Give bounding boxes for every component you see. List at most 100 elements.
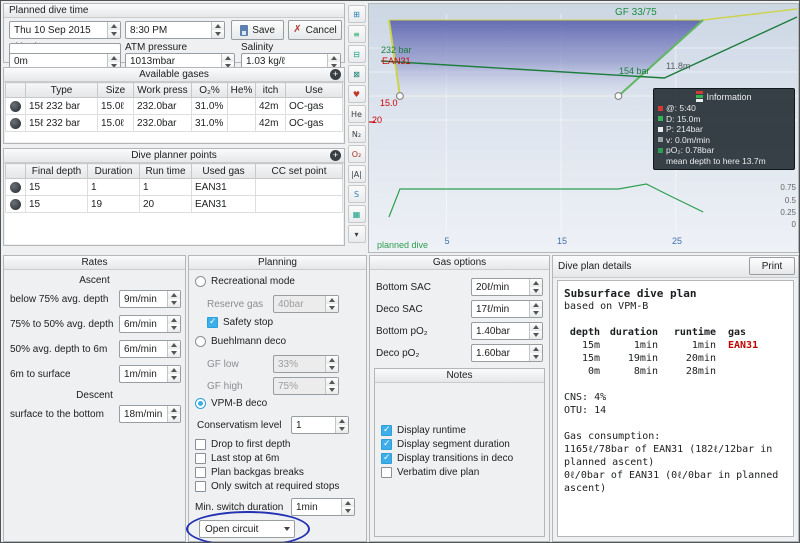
gas-size-cell[interactable]: 15.0ℓ bbox=[97, 97, 134, 115]
down-arrow-icon[interactable] bbox=[168, 414, 180, 422]
verbatim-dive-plan-label[interactable]: Verbatim dive plan bbox=[397, 467, 479, 478]
up-arrow-icon[interactable] bbox=[168, 291, 180, 299]
ascent-rate-3-spinner[interactable]: 6m/min bbox=[119, 340, 181, 358]
ascent-rate-2-value[interactable]: 6m/min bbox=[120, 316, 167, 332]
dive-date-spinner[interactable]: Thu 10 Sep 2015 bbox=[9, 21, 121, 39]
point-depth-cell[interactable]: 15 bbox=[25, 178, 88, 196]
checkbox-icon[interactable] bbox=[381, 425, 392, 436]
point-setpoint-cell[interactable] bbox=[255, 178, 343, 196]
deco-po2-spinner[interactable]: 1.60bar bbox=[471, 344, 543, 362]
deco-sac-spinner[interactable]: 17ℓ/min bbox=[471, 300, 543, 318]
down-arrow-icon[interactable] bbox=[168, 349, 180, 357]
ascent-rate-4-value[interactable]: 1m/min bbox=[120, 366, 167, 382]
deco-po2-value[interactable]: 1.60bar bbox=[472, 345, 529, 361]
checkbox-icon[interactable] bbox=[207, 317, 218, 328]
up-arrow-icon[interactable] bbox=[530, 279, 542, 287]
down-arrow-icon[interactable] bbox=[530, 287, 542, 295]
scale-icon[interactable]: S bbox=[347, 185, 366, 203]
gas-type-cell[interactable]: 15ℓ 232 bar bbox=[25, 97, 98, 115]
up-arrow-icon[interactable] bbox=[168, 406, 180, 414]
conservatism-value[interactable]: 1 bbox=[292, 417, 335, 433]
ascent-rate-4-spinner[interactable]: 1m/min bbox=[119, 365, 181, 383]
ascent-rate-2-spinner[interactable]: 6m/min bbox=[119, 315, 181, 333]
save-button[interactable]: Save bbox=[231, 20, 284, 40]
point-depth-cell[interactable]: 15 bbox=[25, 195, 88, 213]
time-up-arrow-icon[interactable] bbox=[212, 22, 224, 30]
up-arrow-icon[interactable] bbox=[342, 499, 354, 507]
radio-icon[interactable] bbox=[195, 336, 206, 347]
dive-profile-chart[interactable]: GF 33/75 232 bar EAN31 15.0 20 154 bar 1… bbox=[368, 3, 799, 253]
point-duration-cell[interactable]: 19 bbox=[87, 195, 140, 213]
checkbox-icon[interactable] bbox=[195, 453, 206, 464]
buehlmann-deco-radio[interactable]: Buehlmann deco bbox=[195, 336, 286, 347]
toggle-pn2-graph-icon[interactable]: N₂ bbox=[347, 125, 366, 143]
checkbox-icon[interactable] bbox=[381, 439, 392, 450]
radio-selected-icon[interactable] bbox=[195, 398, 206, 409]
delete-point-icon[interactable] bbox=[10, 181, 21, 193]
gas-workpress-cell[interactable]: 232.0bar bbox=[133, 114, 192, 132]
down-arrow-icon[interactable] bbox=[530, 353, 542, 361]
display-runtime-label[interactable]: Display runtime bbox=[397, 425, 466, 436]
checkbox-icon[interactable] bbox=[195, 467, 206, 478]
toggle-tissues-icon[interactable]: ▦ bbox=[347, 205, 366, 223]
buehlmann-deco-label[interactable]: Buehlmann deco bbox=[211, 336, 286, 347]
recreational-mode-radio[interactable]: Recreational mode bbox=[195, 276, 295, 287]
last-stop-6m-label[interactable]: Last stop at 6m bbox=[211, 453, 279, 464]
down-arrow-icon[interactable] bbox=[168, 374, 180, 382]
dive-time-value[interactable]: 8:30 PM bbox=[126, 22, 211, 38]
vpmb-deco-label[interactable]: VPM-B deco bbox=[211, 398, 267, 409]
ruler-icon[interactable]: |A| bbox=[347, 165, 366, 183]
gas-he-cell[interactable] bbox=[227, 97, 256, 115]
date-down-arrow-icon[interactable] bbox=[108, 30, 120, 38]
gas-use-cell[interactable]: OC-gas bbox=[285, 114, 343, 132]
cancel-button[interactable]: Cancel bbox=[288, 20, 342, 40]
bottom-po2-value[interactable]: 1.40bar bbox=[472, 323, 529, 339]
gas-switch-cell[interactable]: 42m bbox=[255, 114, 286, 132]
checkbox-icon[interactable] bbox=[381, 453, 392, 464]
point-gas-cell[interactable]: EAN31 bbox=[191, 178, 256, 196]
down-arrow-icon[interactable] bbox=[168, 299, 180, 307]
bottom-sac-spinner[interactable]: 20ℓ/min bbox=[471, 278, 543, 296]
toggle-calc-ceiling-icon[interactable]: ⊠ bbox=[347, 65, 366, 83]
radio-icon[interactable] bbox=[195, 276, 206, 287]
recreational-mode-label[interactable]: Recreational mode bbox=[211, 276, 295, 287]
down-arrow-icon[interactable] bbox=[530, 331, 542, 339]
gf-low-spinner[interactable]: 33% bbox=[273, 355, 339, 373]
safety-stop-checkbox[interactable]: Safety stop bbox=[207, 317, 273, 328]
point-gas-cell[interactable]: EAN31 bbox=[191, 195, 256, 213]
down-arrow-icon[interactable] bbox=[530, 309, 542, 317]
altitude-up-arrow-icon[interactable] bbox=[108, 53, 120, 62]
up-arrow-icon[interactable] bbox=[168, 366, 180, 374]
delete-point-icon[interactable] bbox=[10, 198, 21, 210]
gas-type-cell[interactable]: 15ℓ 232 bar bbox=[25, 114, 98, 132]
toggle-phe-graph-icon[interactable]: He bbox=[347, 105, 366, 123]
gf-high-spinner[interactable]: 75% bbox=[273, 377, 339, 395]
dive-time-spinner[interactable]: 8:30 PM bbox=[125, 21, 225, 39]
ascent-rate-1-spinner[interactable]: 9m/min bbox=[119, 290, 181, 308]
gas-o2-cell[interactable]: 31.0% bbox=[191, 114, 228, 132]
last-stop-6m-checkbox[interactable]: Last stop at 6m bbox=[195, 453, 279, 464]
profile-handle-end[interactable] bbox=[614, 92, 623, 100]
reserve-gas-spinner[interactable]: 40bar bbox=[273, 295, 339, 313]
date-up-arrow-icon[interactable] bbox=[108, 22, 120, 30]
display-segment-duration-checkbox[interactable]: Display segment duration bbox=[381, 439, 510, 450]
deco-sac-value[interactable]: 17ℓ/min bbox=[472, 301, 529, 317]
display-transitions-checkbox[interactable]: Display transitions in deco bbox=[381, 453, 513, 464]
down-arrow-icon[interactable] bbox=[168, 324, 180, 332]
plan-backgas-breaks-checkbox[interactable]: Plan backgas breaks bbox=[195, 467, 304, 478]
point-runtime-cell[interactable]: 20 bbox=[139, 195, 192, 213]
up-arrow-icon[interactable] bbox=[530, 323, 542, 331]
toggle-po2-graph-icon[interactable]: O₂ bbox=[347, 145, 366, 163]
up-arrow-icon[interactable] bbox=[530, 345, 542, 353]
safety-stop-label[interactable]: Safety stop bbox=[223, 317, 273, 328]
drop-to-first-depth-label[interactable]: Drop to first depth bbox=[211, 439, 290, 450]
toolbar-scroll-down-button[interactable]: ▾ bbox=[347, 225, 366, 243]
checkbox-icon[interactable] bbox=[195, 439, 206, 450]
up-arrow-icon[interactable] bbox=[168, 316, 180, 324]
min-switch-duration-spinner[interactable]: 1min bbox=[291, 498, 355, 516]
toggle-pictures-icon[interactable]: ⊞ bbox=[347, 5, 366, 23]
gas-switch-cell[interactable]: 42m bbox=[255, 97, 286, 115]
toggle-heart-rate-icon[interactable]: ♥ bbox=[347, 85, 366, 103]
add-planner-point-button[interactable]: + bbox=[330, 150, 341, 161]
drop-to-first-depth-checkbox[interactable]: Drop to first depth bbox=[195, 439, 290, 450]
